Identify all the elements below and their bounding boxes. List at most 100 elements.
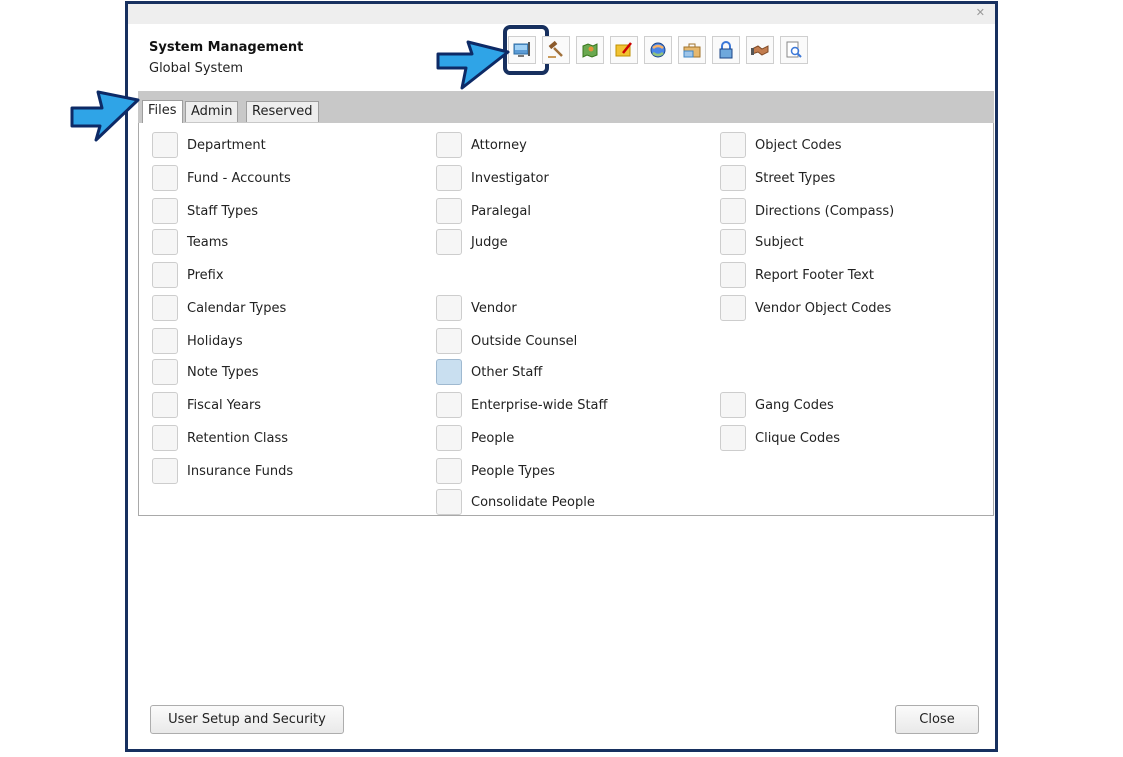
checkbox[interactable] xyxy=(720,132,746,158)
checkbox[interactable] xyxy=(152,458,178,484)
option-subject[interactable]: Subject xyxy=(720,228,804,256)
checkbox[interactable] xyxy=(152,359,178,385)
option-label: Clique Codes xyxy=(755,430,840,446)
checkbox[interactable] xyxy=(720,229,746,255)
checkbox[interactable] xyxy=(436,229,462,255)
toolbar-button-briefcase[interactable] xyxy=(678,36,706,64)
option-label: Street Types xyxy=(755,170,836,186)
option-label: Department xyxy=(187,137,266,153)
toolbar-button-court[interactable] xyxy=(542,36,570,64)
toolbar-button-globe[interactable] xyxy=(644,36,672,64)
checkbox[interactable] xyxy=(152,229,178,255)
option-label: Vendor xyxy=(471,300,517,316)
gavel-icon xyxy=(548,40,563,58)
option-report-footer-text[interactable]: Report Footer Text xyxy=(720,261,874,289)
option-paralegal[interactable]: Paralegal xyxy=(436,197,531,225)
map-icon xyxy=(582,43,598,58)
option-street-types[interactable]: Street Types xyxy=(720,164,835,192)
option-judge[interactable]: Judge xyxy=(436,228,508,256)
checkbox[interactable] xyxy=(720,295,746,321)
option-label: Teams xyxy=(187,234,229,250)
checkbox[interactable] xyxy=(152,295,178,321)
option-department[interactable]: Department xyxy=(152,131,266,159)
option-consolidate-people[interactable]: Consolidate People xyxy=(436,488,595,516)
option-clique-codes[interactable]: Clique Codes xyxy=(720,424,840,452)
toolbar-button-search[interactable] xyxy=(780,36,808,64)
option-gang-codes[interactable]: Gang Codes xyxy=(720,391,834,419)
close-icon[interactable]: ✕ xyxy=(976,5,985,21)
option-label: Attorney xyxy=(471,137,527,153)
toolbar-button-folder[interactable] xyxy=(610,36,638,64)
checkbox[interactable] xyxy=(436,165,462,191)
option-attorney[interactable]: Attorney xyxy=(436,131,527,159)
checkbox[interactable] xyxy=(152,198,178,224)
checkbox[interactable] xyxy=(152,132,178,158)
option-label: Directions (Compass) xyxy=(755,203,895,219)
user-setup-security-button[interactable]: User Setup and Security xyxy=(150,705,344,734)
option-directions-compass[interactable]: Directions (Compass) xyxy=(720,197,894,225)
option-note-types[interactable]: Note Types xyxy=(152,358,259,386)
option-fund-accounts[interactable]: Fund - Accounts xyxy=(152,164,291,192)
option-label: Gang Codes xyxy=(755,397,834,413)
checkbox[interactable] xyxy=(436,198,462,224)
toolbar-button-handshake[interactable] xyxy=(746,36,774,64)
option-label: Object Codes xyxy=(755,137,842,153)
checkbox[interactable] xyxy=(720,165,746,191)
system-management-window: ✕ System Management Global System Files … xyxy=(125,1,998,752)
option-label: Consolidate People xyxy=(471,494,595,510)
tab-files[interactable]: Files xyxy=(142,100,183,123)
checkbox[interactable] xyxy=(152,392,178,418)
option-people[interactable]: People xyxy=(436,424,514,452)
option-label: Staff Types xyxy=(187,203,259,219)
checkbox[interactable] xyxy=(720,392,746,418)
checkbox[interactable] xyxy=(152,425,178,451)
tab-admin[interactable]: Admin xyxy=(185,101,239,122)
folder-edit-icon xyxy=(615,42,632,57)
option-enterprise-wide-staff[interactable]: Enterprise-wide Staff xyxy=(436,391,607,419)
toolbar-button-map[interactable] xyxy=(576,36,604,64)
checkbox[interactable] xyxy=(436,489,462,515)
option-calendar-types[interactable]: Calendar Types xyxy=(152,294,286,322)
checkbox[interactable] xyxy=(436,458,462,484)
checkbox[interactable] xyxy=(436,132,462,158)
option-investigator[interactable]: Investigator xyxy=(436,164,549,192)
checkbox[interactable] xyxy=(436,392,462,418)
padlock-icon xyxy=(719,41,733,59)
option-vendor-object-codes[interactable]: Vendor Object Codes xyxy=(720,294,891,322)
option-label: Vendor Object Codes xyxy=(755,300,892,316)
option-holidays[interactable]: Holidays xyxy=(152,327,243,355)
option-other-staff[interactable]: Other Staff xyxy=(436,358,542,386)
tab-reserved[interactable]: Reserved xyxy=(246,101,319,122)
option-label: Investigator xyxy=(471,170,549,186)
checkbox[interactable] xyxy=(720,425,746,451)
option-teams[interactable]: Teams xyxy=(152,228,228,256)
checkbox[interactable] xyxy=(436,425,462,451)
handshake-icon xyxy=(751,45,769,56)
checkbox[interactable] xyxy=(720,262,746,288)
checkbox[interactable] xyxy=(436,359,462,385)
tab-strip: Files Admin Reserved xyxy=(138,91,994,123)
checkbox[interactable] xyxy=(436,328,462,354)
checkbox[interactable] xyxy=(152,262,178,288)
option-object-codes[interactable]: Object Codes xyxy=(720,131,842,159)
checkbox[interactable] xyxy=(720,198,746,224)
option-insurance-funds[interactable]: Insurance Funds xyxy=(152,457,293,485)
close-button[interactable]: Close xyxy=(895,705,979,734)
option-retention-class[interactable]: Retention Class xyxy=(152,424,288,452)
option-staff-types[interactable]: Staff Types xyxy=(152,197,258,225)
option-vendor[interactable]: Vendor xyxy=(436,294,517,322)
window-subtitle: Global System xyxy=(149,61,244,76)
callout-arrow-toolbar xyxy=(436,40,510,90)
toolbar-button-security[interactable] xyxy=(712,36,740,64)
checkbox[interactable] xyxy=(152,165,178,191)
option-label: Judge xyxy=(471,234,508,250)
option-fiscal-years[interactable]: Fiscal Years xyxy=(152,391,261,419)
option-label: People xyxy=(471,430,515,446)
option-label: Paralegal xyxy=(471,203,531,219)
option-outside-counsel[interactable]: Outside Counsel xyxy=(436,327,577,355)
checkbox[interactable] xyxy=(152,328,178,354)
checkbox[interactable] xyxy=(436,295,462,321)
option-label: Fund - Accounts xyxy=(187,170,291,186)
option-prefix[interactable]: Prefix xyxy=(152,261,224,289)
option-people-types[interactable]: People Types xyxy=(436,457,555,485)
